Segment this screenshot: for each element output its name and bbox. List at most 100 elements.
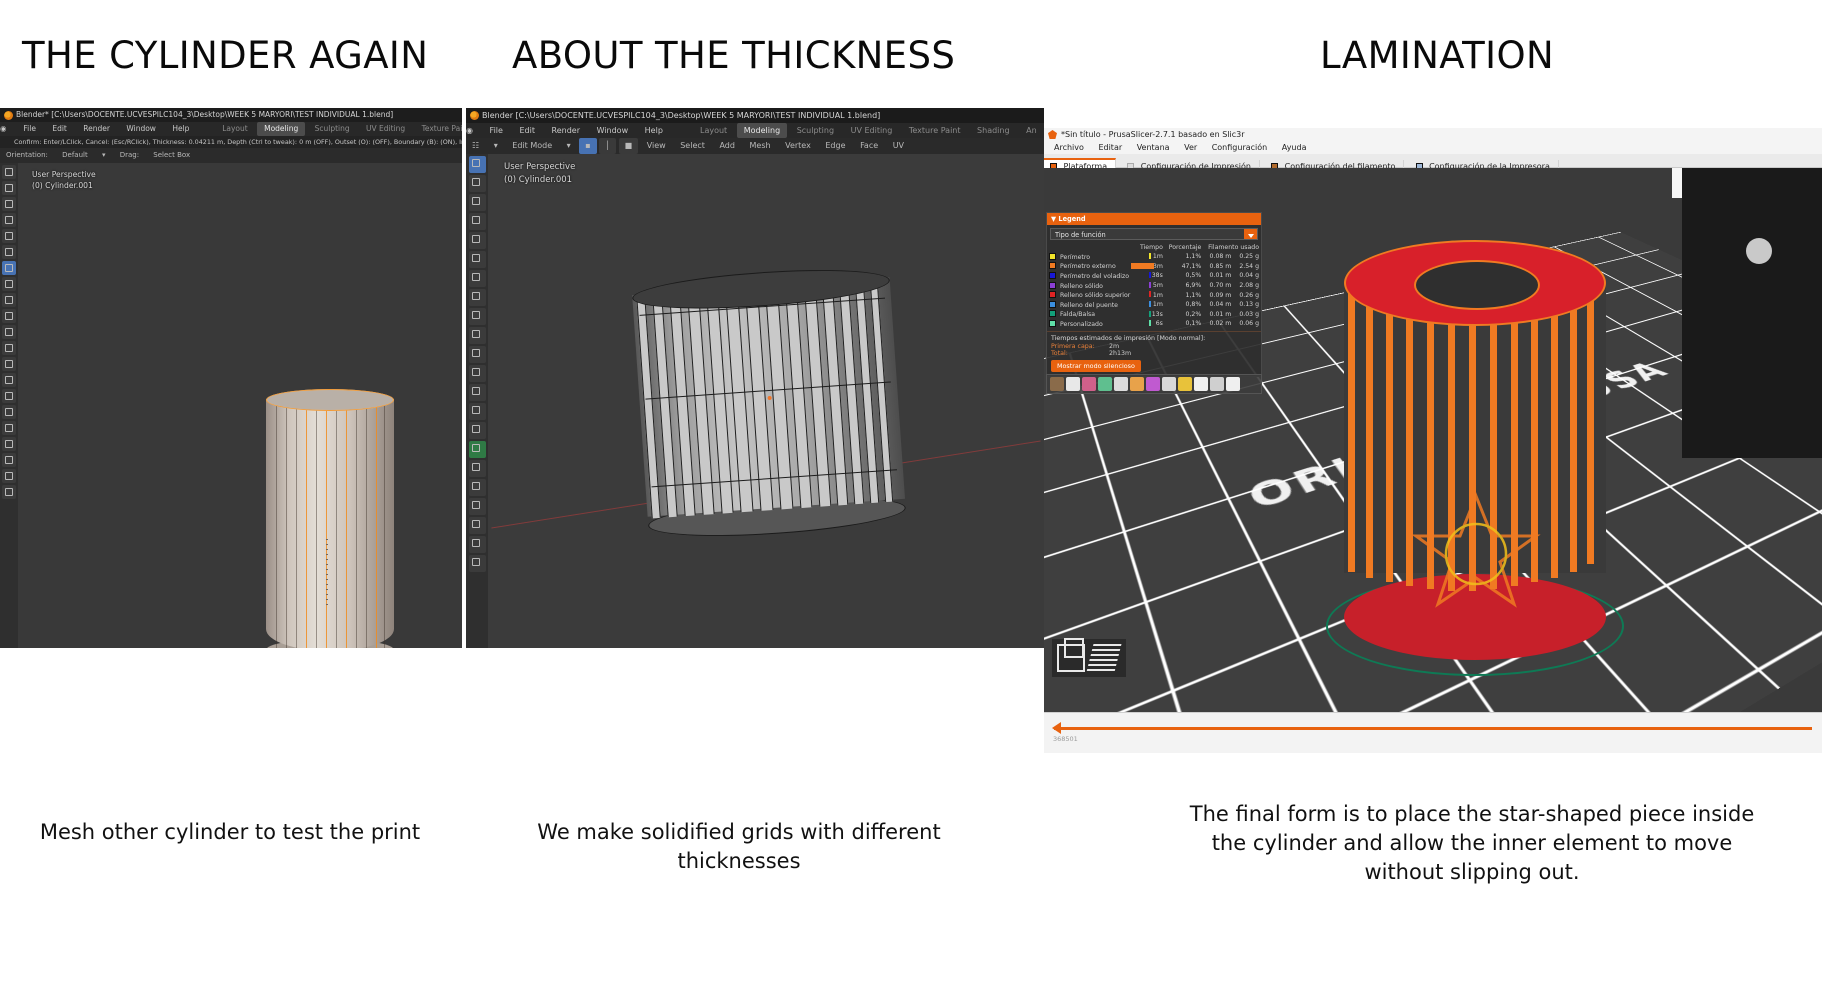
prusa-tab-bar[interactable]: Plataforma Configuración de Impresión Co… bbox=[1044, 154, 1822, 174]
header-menu-face[interactable]: Face bbox=[854, 138, 884, 154]
tool-measure-icon[interactable] bbox=[468, 308, 486, 325]
menu-render[interactable]: Render bbox=[545, 123, 587, 138]
menu-help[interactable]: Help bbox=[638, 123, 670, 138]
tool-move-icon[interactable] bbox=[468, 213, 486, 230]
face-select-mode-icon[interactable]: ■ bbox=[618, 138, 639, 154]
chevron-down-icon[interactable]: ▾ bbox=[488, 138, 504, 154]
menu-ayuda[interactable]: Ayuda bbox=[1276, 141, 1313, 154]
header-menu-add[interactable]: Add bbox=[713, 138, 741, 154]
menu-configuracion[interactable]: Configuración bbox=[1206, 141, 1274, 154]
variable-layer-height-icon[interactable] bbox=[1226, 377, 1240, 391]
chevron-down-icon[interactable]: ▾ bbox=[96, 148, 112, 163]
menu-window[interactable]: Window bbox=[119, 122, 163, 136]
tool-select-box-icon[interactable] bbox=[2, 181, 16, 195]
cylinder-mesh-object[interactable] bbox=[266, 389, 394, 648]
tab-texture-paint[interactable]: Texture Paint bbox=[902, 123, 968, 138]
menu-edit[interactable]: Edit bbox=[45, 122, 74, 136]
tool-inset-faces-icon[interactable] bbox=[468, 346, 486, 363]
legend-panel[interactable]: ▼ Legend Tipo de función Tiempo Porcenta… bbox=[1046, 212, 1262, 377]
menu-ver[interactable]: Ver bbox=[1178, 141, 1203, 154]
menu-file[interactable]: File bbox=[483, 123, 510, 138]
header-menu-mesh[interactable]: Mesh bbox=[744, 138, 777, 154]
header-menu-edge[interactable]: Edge bbox=[819, 138, 851, 154]
edge-select-mode-icon[interactable]: │ bbox=[599, 138, 617, 154]
blender-a-tool-settings[interactable]: Orientation: Default ▾ Drag: Select Box bbox=[0, 148, 462, 163]
tool-edge-slide-icon[interactable] bbox=[2, 389, 16, 403]
tool-cursor-icon[interactable] bbox=[468, 194, 486, 211]
tool-poly-build-icon[interactable] bbox=[2, 341, 16, 355]
tool-loop-cut-icon[interactable] bbox=[468, 384, 486, 401]
slider-handle[interactable] bbox=[1052, 722, 1061, 734]
seam-icon[interactable] bbox=[1162, 377, 1176, 391]
tab-animation-truncated[interactable]: An bbox=[1019, 123, 1044, 138]
legend-header[interactable]: ▼ Legend bbox=[1047, 213, 1261, 225]
tool-shrink-fatten-icon[interactable] bbox=[468, 498, 486, 515]
legend-row[interactable]: Perímetro externo1h3m47,1%0.85 m2.54 g bbox=[1047, 262, 1261, 272]
tool-knife-icon[interactable] bbox=[468, 403, 486, 420]
prusa-3d-viewport[interactable]: ORIGINAL PRUSA bbox=[1044, 168, 1822, 713]
tool-bevel-icon[interactable] bbox=[468, 365, 486, 382]
tool-move-icon[interactable] bbox=[2, 213, 16, 227]
tool-smooth-icon[interactable] bbox=[2, 373, 16, 387]
move-icon[interactable] bbox=[1066, 377, 1080, 391]
show-silent-mode-button[interactable]: Mostrar modo silencioso bbox=[1051, 359, 1141, 372]
legend-row[interactable]: Falda/Balsa 13s 0,2% 0.01 m 0.03 g bbox=[1047, 310, 1261, 320]
editor-view-icon[interactable] bbox=[1057, 644, 1085, 672]
blender-b-toolbar[interactable] bbox=[466, 154, 489, 648]
tab-texture-paint[interactable]: Texture Paint bbox=[415, 122, 462, 136]
tool-poly-build-icon[interactable] bbox=[468, 422, 486, 439]
blender-a-toolbar[interactable] bbox=[0, 163, 19, 648]
tab-uv-editing[interactable]: UV Editing bbox=[844, 123, 900, 138]
tool-rotate-icon[interactable] bbox=[468, 232, 486, 249]
place-on-face-icon[interactable] bbox=[1114, 377, 1128, 391]
drag-value[interactable]: Select Box bbox=[147, 148, 196, 163]
tab-sculpting[interactable]: Sculpting bbox=[790, 123, 841, 138]
tab-modeling[interactable]: Modeling bbox=[736, 123, 788, 138]
menu-archivo[interactable]: Archivo bbox=[1048, 141, 1090, 154]
tool-scale-icon[interactable] bbox=[468, 251, 486, 268]
tool-add-cube-icon[interactable] bbox=[2, 485, 16, 499]
tab-shading[interactable]: Shading bbox=[970, 123, 1017, 138]
tool-rotate-icon[interactable] bbox=[2, 229, 16, 243]
solidified-grid-cylinder[interactable] bbox=[631, 263, 907, 543]
collapse-caret-icon[interactable]: ▼ bbox=[1051, 215, 1056, 223]
menu-editar[interactable]: Editar bbox=[1092, 141, 1128, 154]
legend-row[interactable]: Perímetro 1m 1,1% 0.08 m 0.25 g bbox=[1047, 252, 1261, 262]
tool-shear-icon[interactable] bbox=[2, 421, 16, 435]
menu-help[interactable]: Help bbox=[165, 122, 196, 136]
tab-sculpting[interactable]: Sculpting bbox=[308, 122, 357, 136]
scale-icon[interactable] bbox=[1082, 377, 1096, 391]
vertex-select-mode-icon[interactable]: ▪ bbox=[579, 138, 597, 154]
cut-icon[interactable] bbox=[1130, 377, 1144, 391]
tool-extrude-icon[interactable] bbox=[2, 261, 16, 275]
tool-loop-cut-icon[interactable] bbox=[2, 309, 16, 323]
menu-window[interactable]: Window bbox=[590, 123, 636, 138]
tab-layout[interactable]: Layout bbox=[693, 123, 734, 138]
legend-view-type-select[interactable]: Tipo de función bbox=[1050, 228, 1258, 240]
tool-edge-slide-icon[interactable] bbox=[468, 479, 486, 496]
blender-a-menu-bar[interactable]: ◉ File Edit Render Window Help Layout Mo… bbox=[0, 122, 462, 136]
menu-edit[interactable]: Edit bbox=[512, 123, 542, 138]
arrange-icon[interactable] bbox=[1050, 377, 1064, 391]
prusa-view-toolbar[interactable] bbox=[1046, 374, 1262, 394]
header-menu-uv[interactable]: UV bbox=[887, 138, 910, 154]
tool-add-cube-icon[interactable] bbox=[468, 536, 486, 553]
tool-transform-icon[interactable] bbox=[468, 270, 486, 287]
blender-a-viewport[interactable]: User Perspective (0) Cylinder.001 bbox=[18, 163, 462, 648]
header-menu-select[interactable]: Select bbox=[674, 138, 711, 154]
tool-select-box-icon[interactable] bbox=[468, 175, 486, 192]
menu-render[interactable]: Render bbox=[76, 122, 117, 136]
add-instance-icon[interactable] bbox=[1194, 377, 1208, 391]
legend-row[interactable]: Personalizado 6s 0,1% 0.02 m 0.06 g bbox=[1047, 319, 1261, 329]
tool-scale-icon[interactable] bbox=[2, 245, 16, 259]
tool-tweak-icon[interactable] bbox=[2, 165, 16, 179]
tool-annotate-icon[interactable] bbox=[468, 289, 486, 306]
tool-spin-icon[interactable] bbox=[2, 357, 16, 371]
prusa-layer-slider[interactable]: 368501 bbox=[1044, 712, 1822, 753]
orientation-value[interactable]: Default bbox=[56, 148, 94, 163]
prusa-menu-bar[interactable]: Archivo Editar Ventana Ver Configuración… bbox=[1044, 141, 1822, 154]
tool-extrude-region-icon[interactable] bbox=[468, 327, 486, 344]
menu-file[interactable]: File bbox=[16, 122, 43, 136]
tool-rip-region-icon[interactable] bbox=[2, 437, 16, 451]
chevron-down-icon[interactable] bbox=[1244, 229, 1257, 239]
